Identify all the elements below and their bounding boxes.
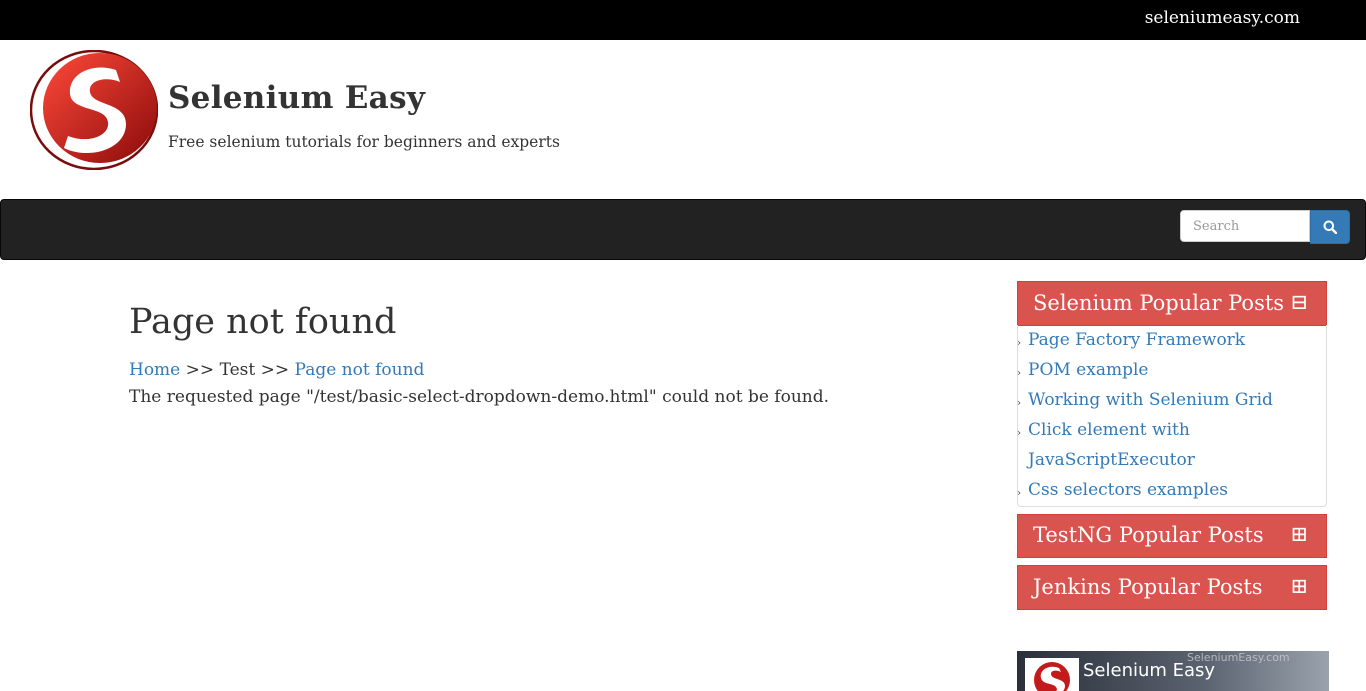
main-navbar bbox=[0, 199, 1366, 260]
brand-tagline: Free selenium tutorials for beginners an… bbox=[168, 133, 560, 151]
panel-testng-popular-posts[interactable]: TestNG Popular Posts ⊞ bbox=[1017, 514, 1327, 558]
search-input[interactable] bbox=[1180, 210, 1310, 242]
collapse-icon[interactable]: ⊟ bbox=[1290, 290, 1308, 314]
post-link-pom-example[interactable]: POM example bbox=[1028, 360, 1148, 380]
not-found-message: The requested page "/test/basic-select-d… bbox=[129, 387, 829, 407]
breadcrumb: Home >> Test >> Page not found bbox=[129, 360, 424, 380]
breadcrumb-test: Test bbox=[219, 360, 256, 380]
selenium-easy-logo-icon[interactable] bbox=[29, 49, 159, 171]
post-link-click-element[interactable]: Click element with bbox=[1028, 420, 1190, 440]
chevron-right-icon: › bbox=[1017, 368, 1021, 379]
breadcrumb-separator: >> bbox=[260, 360, 290, 380]
panel-title: Jenkins Popular Posts bbox=[1033, 575, 1263, 599]
page-title: Page not found bbox=[129, 302, 397, 342]
site-link[interactable]: seleniumeasy.com bbox=[1145, 8, 1300, 28]
post-link-click-element-cont[interactable]: JavaScriptExecutor bbox=[1028, 450, 1195, 470]
chevron-right-icon: › bbox=[1017, 428, 1021, 439]
post-link-css-selectors[interactable]: Css selectors examples bbox=[1028, 480, 1228, 500]
panel-title: TestNG Popular Posts bbox=[1033, 523, 1264, 547]
breadcrumb-separator: >> bbox=[185, 360, 215, 380]
search-icon bbox=[1323, 220, 1337, 234]
chevron-right-icon: › bbox=[1017, 338, 1021, 349]
chevron-right-icon: › bbox=[1017, 488, 1021, 499]
breadcrumb-current-link[interactable]: Page not found bbox=[295, 360, 425, 380]
expand-icon[interactable]: ⊞ bbox=[1290, 522, 1308, 546]
brand-title[interactable]: Selenium Easy bbox=[168, 80, 425, 116]
video-embed[interactable]: Selenium Easy SeleniumEasy.com bbox=[1017, 651, 1329, 691]
expand-icon[interactable]: ⊞ bbox=[1290, 574, 1308, 598]
video-watermark: SeleniumEasy.com bbox=[1187, 651, 1290, 664]
breadcrumb-home-link[interactable]: Home bbox=[129, 360, 180, 380]
panel-jenkins-popular-posts[interactable]: Jenkins Popular Posts ⊞ bbox=[1017, 565, 1327, 610]
post-link-page-factory[interactable]: Page Factory Framework bbox=[1028, 330, 1245, 350]
search-button[interactable] bbox=[1310, 210, 1350, 244]
post-link-selenium-grid[interactable]: Working with Selenium Grid bbox=[1028, 390, 1273, 410]
channel-logo-icon bbox=[1025, 658, 1079, 691]
panel-title: Selenium Popular Posts bbox=[1033, 291, 1285, 315]
top-bar: seleniumeasy.com bbox=[0, 0, 1366, 40]
chevron-right-icon: › bbox=[1017, 398, 1021, 409]
panel-selenium-popular-posts[interactable]: Selenium Popular Posts ⊟ bbox=[1017, 281, 1327, 326]
